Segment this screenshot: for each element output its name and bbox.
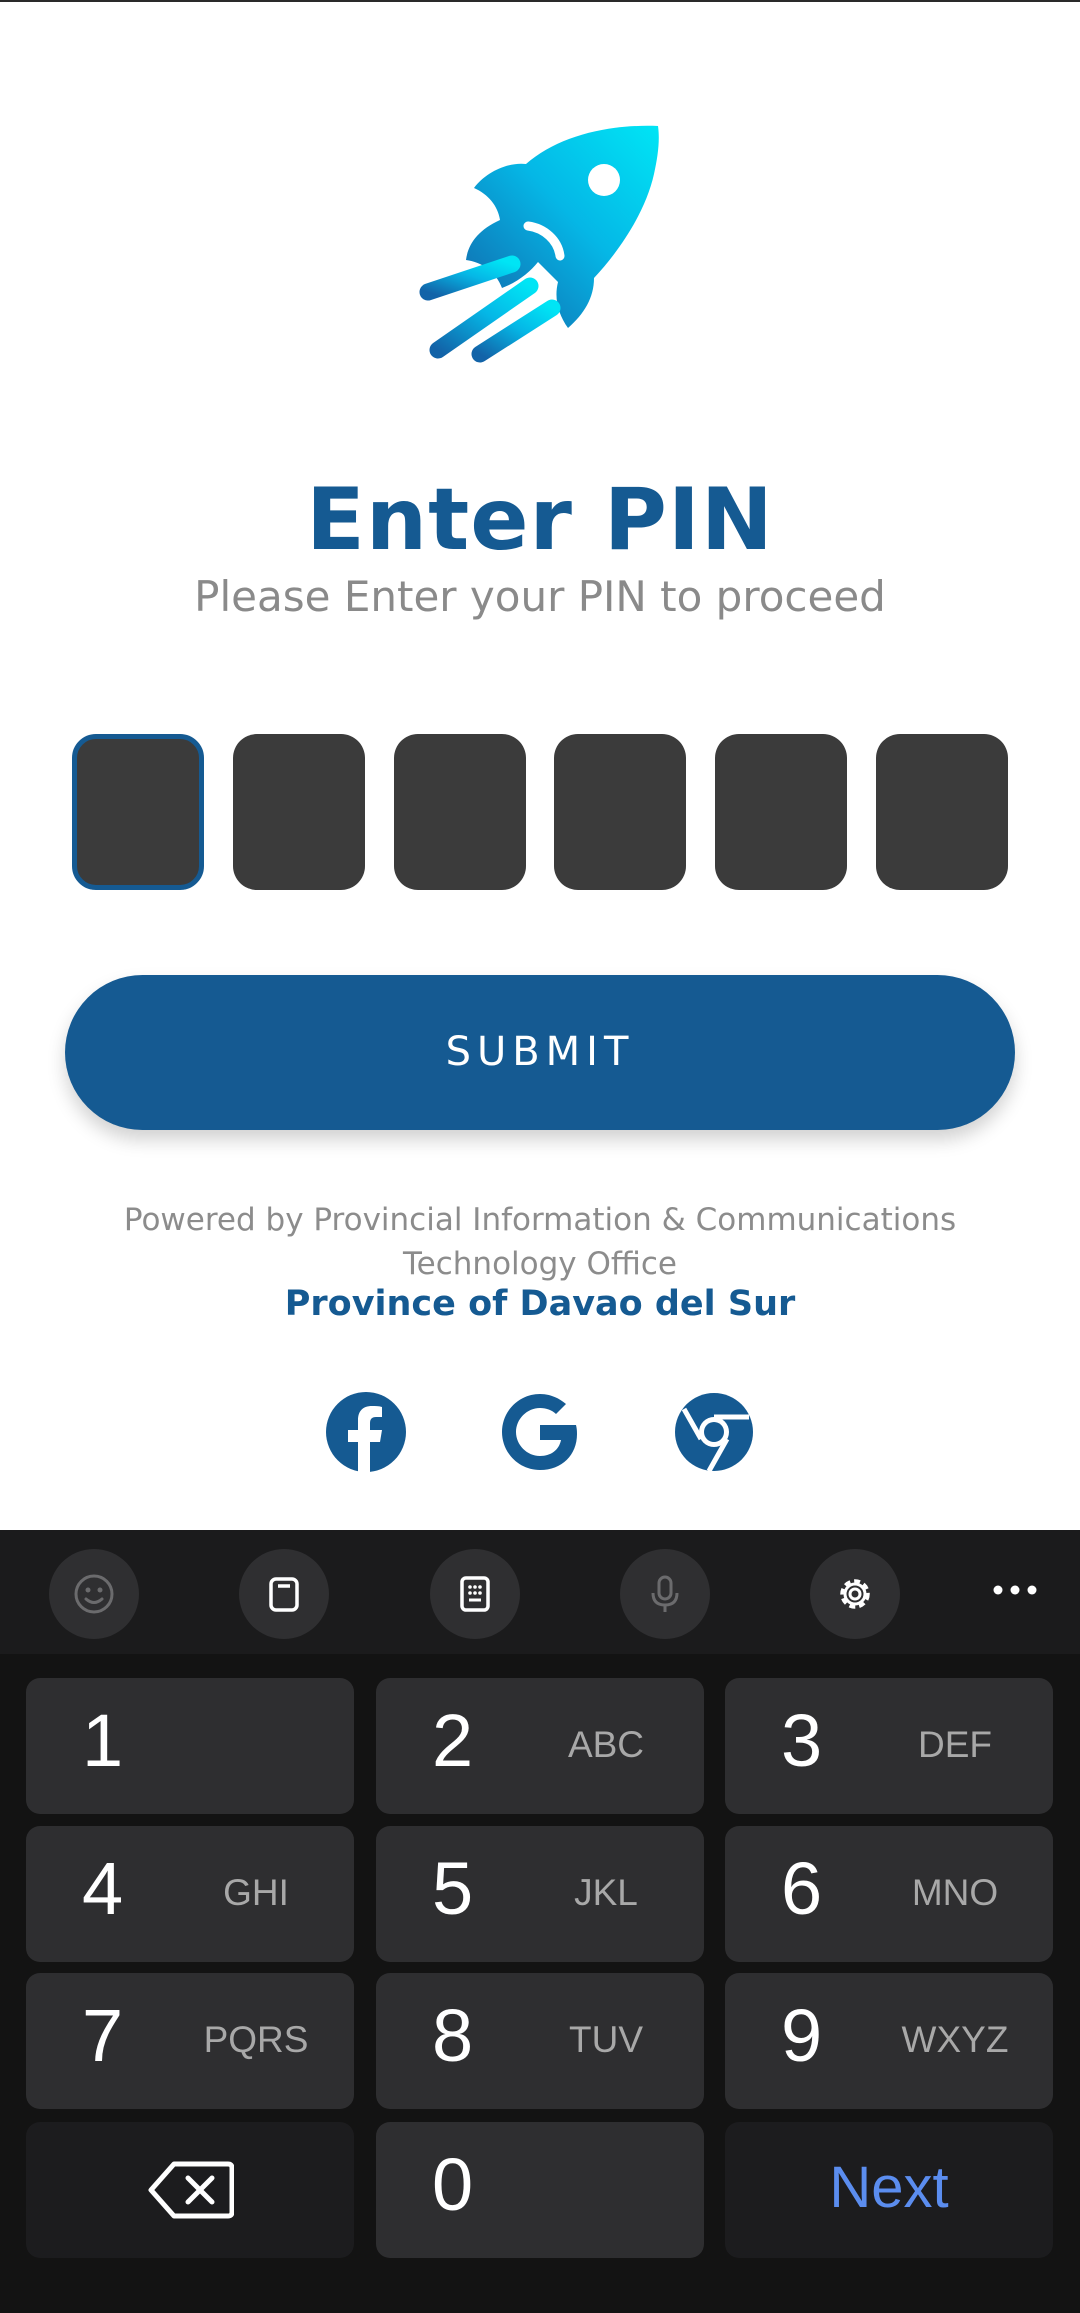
- key-4[interactable]: 4 GHI: [26, 1826, 354, 1962]
- key-letters: GHI: [223, 1872, 289, 1913]
- settings-button[interactable]: [810, 1549, 900, 1639]
- keyboard-toolbar: [0, 1530, 1080, 1654]
- key-6[interactable]: 6 MNO: [725, 1826, 1053, 1962]
- key-letters: PQRS: [203, 2019, 309, 2060]
- key-number: 0: [432, 2143, 474, 2226]
- key-8[interactable]: 8 TUV: [376, 1973, 704, 2109]
- province-name: Province of Davao del Sur: [284, 1284, 796, 1324]
- chrome-icon[interactable]: [674, 1392, 754, 1472]
- clipboard-icon: [269, 1577, 299, 1612]
- key-number: 3: [781, 1699, 823, 1782]
- backspace-key[interactable]: [26, 2122, 354, 2258]
- pin-input-group: [72, 734, 1008, 890]
- numeric-keyboard: 1 2 ABC 3 DEF 4 GHI 5 JKL 6 MNO 7 PQRS 8…: [0, 1530, 1080, 2313]
- key-5[interactable]: 5 JKL: [376, 1826, 704, 1962]
- key-letters: WXYZ: [901, 2019, 1009, 2060]
- key-3[interactable]: 3 DEF: [725, 1678, 1053, 1814]
- voice-input-button[interactable]: [620, 1549, 710, 1639]
- key-number: 6: [781, 1847, 823, 1930]
- facebook-icon[interactable]: [326, 1392, 406, 1472]
- key-number: 7: [82, 1994, 124, 2077]
- key-number: 9: [781, 1994, 823, 2077]
- key-number: 4: [82, 1847, 124, 1930]
- key-0[interactable]: 0: [376, 2122, 704, 2258]
- key-1[interactable]: 1: [26, 1678, 354, 1814]
- status-divider: [0, 0, 1080, 2]
- key-2[interactable]: 2 ABC: [376, 1678, 704, 1814]
- next-label: Next: [829, 2155, 949, 2220]
- clipboard-button[interactable]: [239, 1549, 329, 1639]
- settings-icon: [840, 1579, 870, 1609]
- key-9[interactable]: 9 WXYZ: [725, 1973, 1053, 2109]
- pin-digit-3[interactable]: [394, 734, 526, 890]
- google-icon[interactable]: [500, 1392, 580, 1472]
- emoji-button[interactable]: [49, 1549, 139, 1639]
- more-icon[interactable]: [990, 1570, 1040, 1610]
- keypad-button[interactable]: [430, 1549, 520, 1639]
- page-title: Enter PIN: [306, 470, 774, 570]
- page-subtitle: Please Enter your PIN to proceed: [194, 572, 886, 621]
- rocket-logo-icon: [419, 125, 659, 363]
- pin-digit-2[interactable]: [233, 734, 365, 890]
- backspace-icon: [148, 2161, 234, 2219]
- keypad-icon: [460, 1576, 490, 1612]
- key-number: 8: [432, 1994, 474, 2077]
- key-letters: MNO: [911, 1872, 999, 1913]
- key-letters: JKL: [574, 1872, 638, 1913]
- pin-digit-5[interactable]: [715, 734, 847, 890]
- key-7[interactable]: 7 PQRS: [26, 1973, 354, 2109]
- powered-by-text: Powered by Provincial Information & Comm…: [123, 1202, 957, 1282]
- pin-digit-6[interactable]: [876, 734, 1008, 890]
- next-key[interactable]: Next: [725, 2122, 1053, 2258]
- key-letters: ABC: [567, 1724, 645, 1765]
- key-number: 1: [82, 1699, 124, 1782]
- pin-digit-4[interactable]: [554, 734, 686, 890]
- key-number: 2: [432, 1699, 474, 1782]
- microphone-icon: [651, 1575, 679, 1612]
- key-letters: DEF: [918, 1724, 992, 1765]
- emoji-icon: [74, 1574, 114, 1614]
- key-number: 5: [432, 1847, 474, 1930]
- key-letters: TUV: [569, 2019, 643, 2060]
- submit-button[interactable]: SUBMIT: [65, 975, 1015, 1130]
- pin-digit-1[interactable]: [72, 734, 204, 890]
